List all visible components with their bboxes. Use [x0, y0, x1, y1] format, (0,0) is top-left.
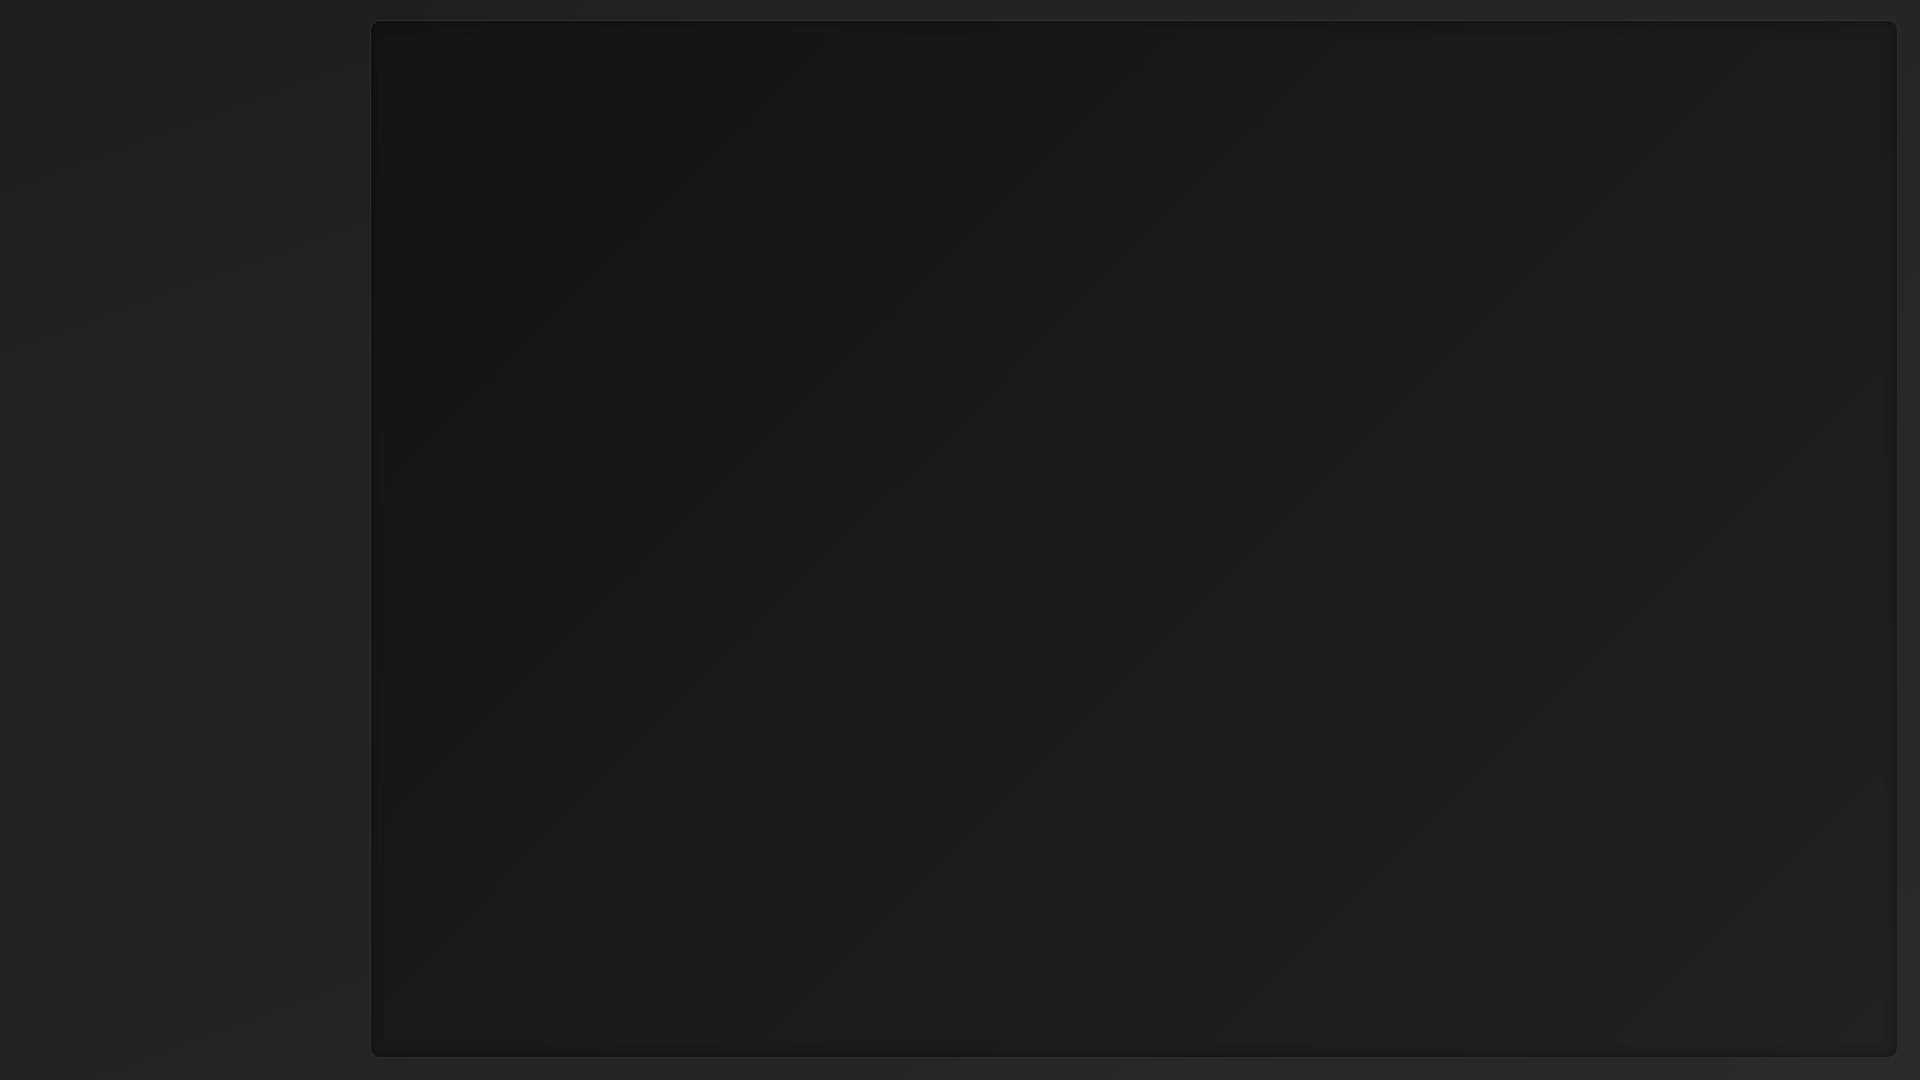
sidebar: [0, 0, 370, 1080]
app-window: [0, 0, 1920, 1080]
main-content-panel: [370, 20, 1898, 1058]
